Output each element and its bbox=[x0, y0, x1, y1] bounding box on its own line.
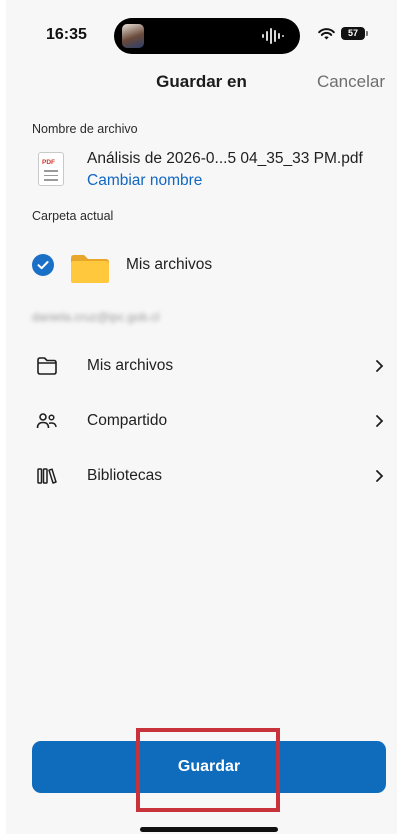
battery-icon: 57 bbox=[341, 27, 368, 40]
save-button[interactable]: Guardar bbox=[32, 741, 386, 793]
home-indicator bbox=[140, 827, 278, 832]
wifi-icon bbox=[318, 27, 335, 39]
location-label: Mis archivos bbox=[87, 357, 174, 374]
checkmark-icon bbox=[32, 254, 54, 276]
location-label: Compartido bbox=[87, 412, 168, 429]
cancel-button[interactable]: Cancelar bbox=[317, 72, 385, 92]
chevron-right-icon bbox=[376, 360, 384, 372]
current-folder-row[interactable]: Mis archivos bbox=[32, 248, 392, 288]
status-indicators: 57 bbox=[318, 27, 368, 40]
location-row-shared[interactable]: Compartido bbox=[36, 408, 392, 438]
location-row-libraries[interactable]: Bibliotecas bbox=[36, 463, 392, 493]
folder-icon bbox=[71, 255, 109, 283]
status-time: 16:35 bbox=[46, 26, 87, 43]
rename-link[interactable]: Cambiar nombre bbox=[87, 172, 202, 190]
pdf-file-icon: PDF bbox=[38, 152, 64, 186]
chevron-right-icon bbox=[376, 415, 384, 427]
file-name: Análisis de 2026-0...5 04_35_33 PM.pdf bbox=[87, 150, 363, 167]
location-row-my-files[interactable]: Mis archivos bbox=[36, 353, 392, 383]
audio-waveform-icon bbox=[262, 28, 284, 44]
now-playing-artwork-icon bbox=[122, 24, 144, 48]
chevron-right-icon bbox=[376, 470, 384, 482]
people-icon bbox=[36, 413, 57, 429]
file-row: PDF Análisis de 2026-0...5 04_35_33 PM.p… bbox=[36, 150, 396, 198]
location-label: Bibliotecas bbox=[87, 467, 162, 484]
folder-outline-icon bbox=[37, 357, 57, 375]
pdf-icon-tag: PDF bbox=[42, 159, 55, 166]
dynamic-island[interactable] bbox=[114, 18, 300, 54]
account-email: daniela.cruz@ipc.gob.cl bbox=[32, 310, 160, 324]
library-icon bbox=[37, 468, 57, 484]
current-folder-name: Mis archivos bbox=[126, 256, 213, 273]
file-name-label: Nombre de archivo bbox=[32, 122, 138, 136]
current-folder-label: Carpeta actual bbox=[32, 209, 114, 223]
